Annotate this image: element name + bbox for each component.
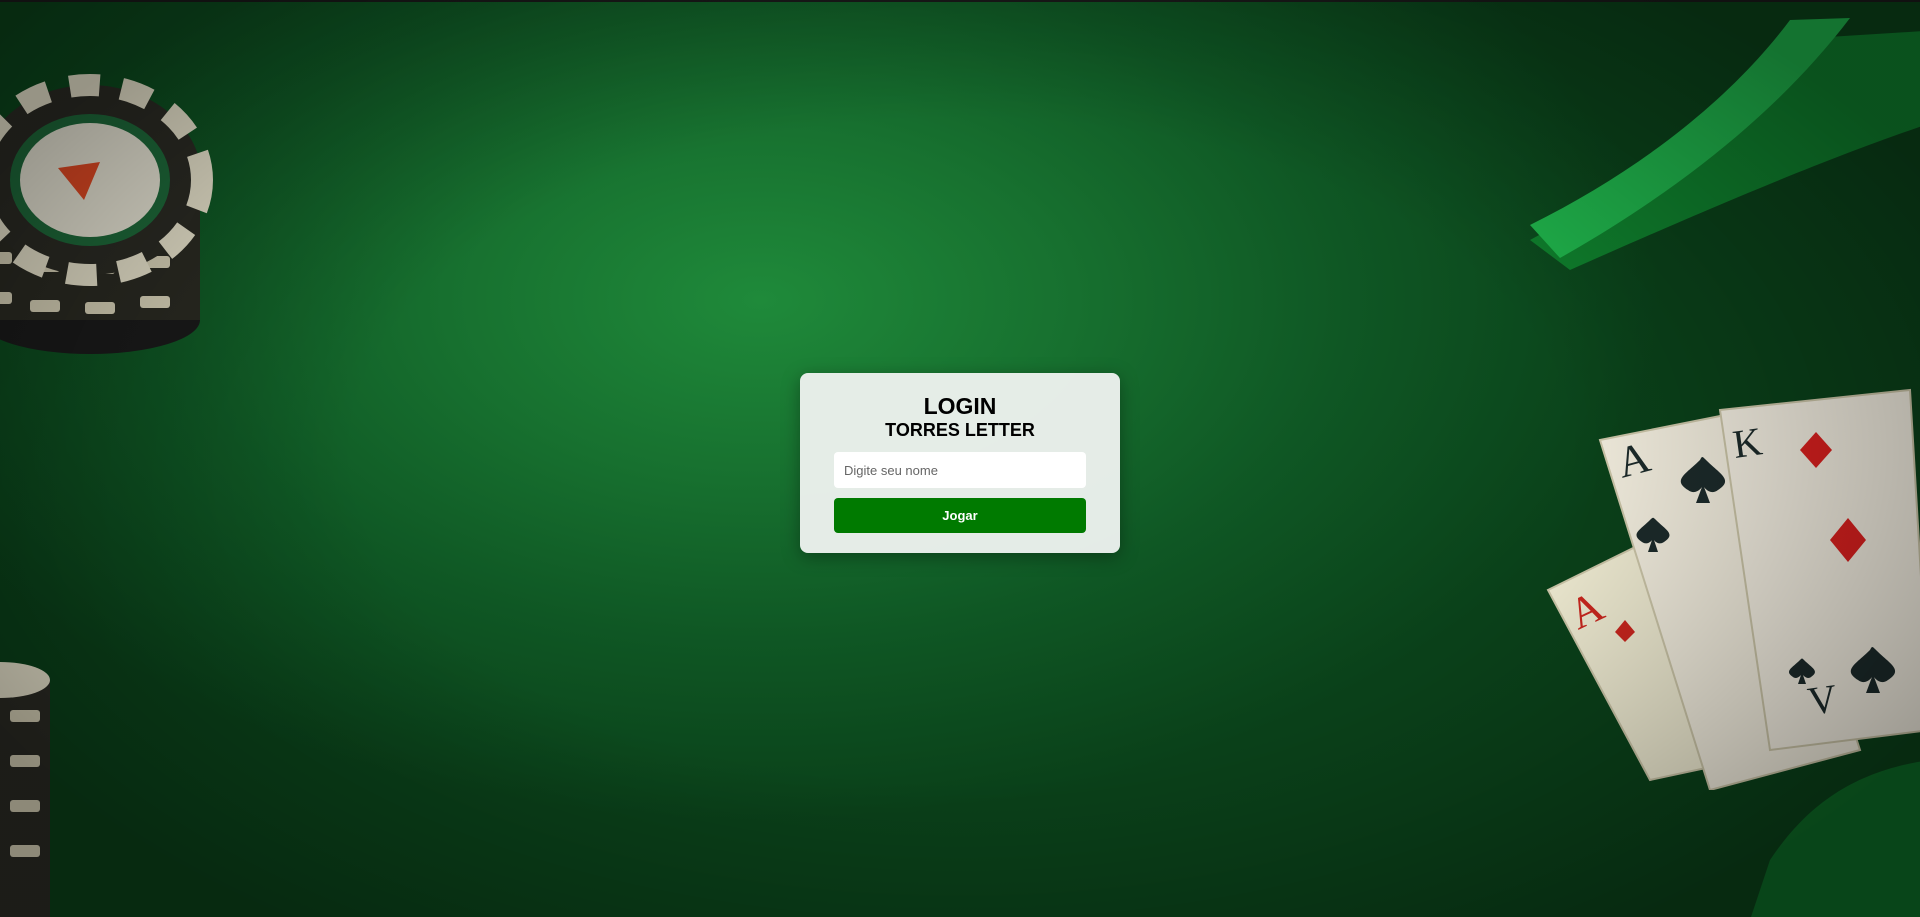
name-input[interactable] xyxy=(834,452,1086,488)
play-button[interactable]: Jogar xyxy=(834,498,1086,533)
poker-chips-icon xyxy=(0,662,50,917)
login-title: LOGIN xyxy=(923,393,997,419)
ribbon-decoration xyxy=(1530,18,1920,270)
login-subtitle: TORRES LETTER xyxy=(885,420,1035,440)
login-panel: LOGIN TORRES LETTER Jogar xyxy=(800,373,1120,553)
poker-chips-icon xyxy=(0,74,213,354)
ribbon-decoration xyxy=(1751,761,1920,917)
playing-cards-icon: A A K V xyxy=(1546,388,1920,790)
